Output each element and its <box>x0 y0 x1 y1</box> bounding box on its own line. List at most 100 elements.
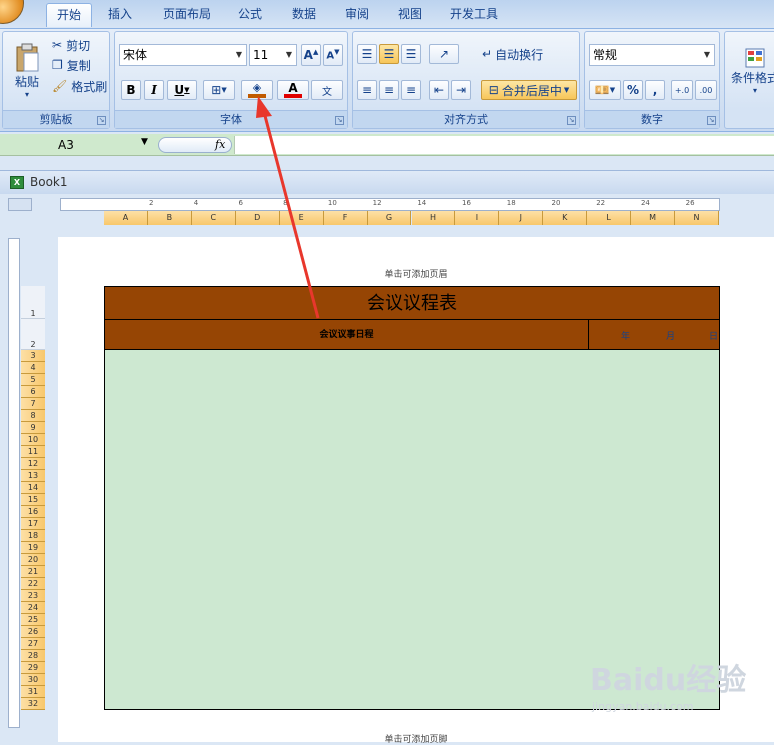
row-header-15[interactable]: 15 <box>21 494 45 506</box>
row-header-24[interactable]: 24 <box>21 602 45 614</box>
fill-color-button[interactable]: ◈ <box>241 80 273 100</box>
row-header-21[interactable]: 21 <box>21 566 45 578</box>
row-header-2[interactable]: 2 <box>21 319 45 350</box>
increase-decimal-button[interactable]: +.0 <box>671 80 693 100</box>
row-header-26[interactable]: 26 <box>21 626 45 638</box>
page-footer-hint[interactable]: 单击可添加页脚 <box>58 732 774 745</box>
phonetic-button[interactable]: 文 <box>311 80 343 100</box>
paste-button[interactable]: 粘贴 ▾ <box>7 36 47 106</box>
decrease-decimal-button[interactable]: .00 <box>695 80 717 100</box>
align-left-button[interactable]: ≡ <box>357 80 377 100</box>
row-header-12[interactable]: 12 <box>21 458 45 470</box>
conditional-format-button[interactable]: 条件格式 ▾ <box>727 36 774 106</box>
row-header-1[interactable]: 1 <box>21 286 45 319</box>
column-header-c[interactable]: C <box>191 211 236 225</box>
page-header-hint[interactable]: 单击可添加页眉 <box>58 267 774 280</box>
column-header-b[interactable]: B <box>147 211 192 225</box>
column-header-a[interactable]: A <box>104 211 148 225</box>
tab-home[interactable]: 开始 <box>46 3 92 27</box>
row-header-9[interactable]: 9 <box>21 422 45 434</box>
align-top-button[interactable]: ☰ <box>357 44 377 64</box>
row-header-22[interactable]: 22 <box>21 578 45 590</box>
align-middle-button[interactable]: ☰ <box>379 44 399 64</box>
column-header-h[interactable]: H <box>411 211 456 225</box>
column-header-e[interactable]: E <box>279 211 324 225</box>
percent-button[interactable]: % <box>623 80 643 100</box>
increase-indent-button[interactable]: ⇥ <box>451 80 471 100</box>
tab-developer[interactable]: 开发工具 <box>442 3 506 27</box>
row-header-20[interactable]: 20 <box>21 554 45 566</box>
agenda-subtitle-cell[interactable]: 会议议事日程 <box>105 320 589 350</box>
chevron-down-icon[interactable]: ▼ <box>141 137 148 147</box>
column-header-k[interactable]: K <box>543 211 588 225</box>
column-header-f[interactable]: F <box>323 211 368 225</box>
row-header-14[interactable]: 14 <box>21 482 45 494</box>
row-header-5[interactable]: 5 <box>21 374 45 386</box>
row-header-30[interactable]: 30 <box>21 674 45 686</box>
tab-review[interactable]: 审阅 <box>337 3 377 27</box>
row-header-28[interactable]: 28 <box>21 650 45 662</box>
formula-input[interactable] <box>234 136 774 154</box>
row-header-16[interactable]: 16 <box>21 506 45 518</box>
wrap-text-button[interactable]: ↵ 自动换行 <box>481 44 561 64</box>
font-color-button[interactable]: A <box>277 80 309 100</box>
column-header-i[interactable]: I <box>455 211 500 225</box>
font-launcher-icon[interactable]: ↘ <box>335 116 344 125</box>
row-header-7[interactable]: 7 <box>21 398 45 410</box>
insert-function-icon[interactable]: fx <box>215 138 225 151</box>
decrease-indent-button[interactable]: ⇤ <box>429 80 449 100</box>
column-header-m[interactable]: M <box>631 211 676 225</box>
format-painter-button[interactable]: 🖌 格式刷 <box>51 77 109 95</box>
tab-insert[interactable]: 插入 <box>100 3 140 27</box>
alignment-launcher-icon[interactable]: ↘ <box>567 116 576 125</box>
ruler-corner[interactable] <box>8 198 32 211</box>
row-header-13[interactable]: 13 <box>21 470 45 482</box>
row-header-29[interactable]: 29 <box>21 662 45 674</box>
row-header-10[interactable]: 10 <box>21 434 45 446</box>
row-header-8[interactable]: 8 <box>21 410 45 422</box>
column-header-d[interactable]: D <box>235 211 280 225</box>
row-header-19[interactable]: 19 <box>21 542 45 554</box>
column-header-j[interactable]: J <box>499 211 544 225</box>
tab-data[interactable]: 数据 <box>284 3 324 27</box>
number-launcher-icon[interactable]: ↘ <box>707 116 716 125</box>
row-header-11[interactable]: 11 <box>21 446 45 458</box>
merge-center-button[interactable]: ⊟ 合并后居中 ▼ <box>481 80 577 100</box>
grow-font-button[interactable]: A▲ <box>301 44 321 66</box>
row-header-23[interactable]: 23 <box>21 590 45 602</box>
align-center-button[interactable]: ≡ <box>379 80 399 100</box>
column-header-g[interactable]: G <box>367 211 412 225</box>
tab-view[interactable]: 视图 <box>390 3 430 27</box>
underline-button[interactable]: U ▼ <box>167 80 197 100</box>
cut-button[interactable]: ✂ 剪切 <box>51 36 107 54</box>
shrink-font-button[interactable]: A▼ <box>323 44 343 66</box>
row-header-18[interactable]: 18 <box>21 530 45 542</box>
row-header-4[interactable]: 4 <box>21 362 45 374</box>
name-box[interactable]: A3 <box>0 136 152 154</box>
column-header-n[interactable]: N <box>675 211 719 225</box>
column-header-l[interactable]: L <box>587 211 632 225</box>
align-right-button[interactable]: ≡ <box>401 80 421 100</box>
row-header-17[interactable]: 17 <box>21 518 45 530</box>
row-header-6[interactable]: 6 <box>21 386 45 398</box>
row-header-25[interactable]: 25 <box>21 614 45 626</box>
number-format-select[interactable]: 常规 ▼ <box>589 44 715 66</box>
tab-page-layout[interactable]: 页面布局 <box>155 3 219 27</box>
row-header-31[interactable]: 31 <box>21 686 45 698</box>
comma-button[interactable]: , <box>645 80 665 100</box>
tab-formulas[interactable]: 公式 <box>230 3 270 27</box>
bold-button[interactable]: B <box>121 80 141 100</box>
office-button[interactable] <box>0 0 24 24</box>
align-bottom-button[interactable]: ☰ <box>401 44 421 64</box>
orientation-button[interactable]: ↗ <box>429 44 459 64</box>
copy-button[interactable]: ❐ 复制 <box>51 56 107 74</box>
borders-button[interactable]: ⊞ ▼ <box>203 80 235 100</box>
row-header-3[interactable]: 3 <box>21 350 45 362</box>
row-header-32[interactable]: 32 <box>21 698 45 710</box>
clipboard-launcher-icon[interactable]: ↘ <box>97 116 106 125</box>
row-header-27[interactable]: 27 <box>21 638 45 650</box>
font-name-select[interactable]: 宋体 ▼ <box>119 44 247 66</box>
sheet-title-cell[interactable]: 会议议程表 <box>105 287 719 320</box>
accounting-format-button[interactable]: 💴 ▼ <box>589 80 621 100</box>
font-size-select[interactable]: 11 ▼ <box>249 44 297 66</box>
